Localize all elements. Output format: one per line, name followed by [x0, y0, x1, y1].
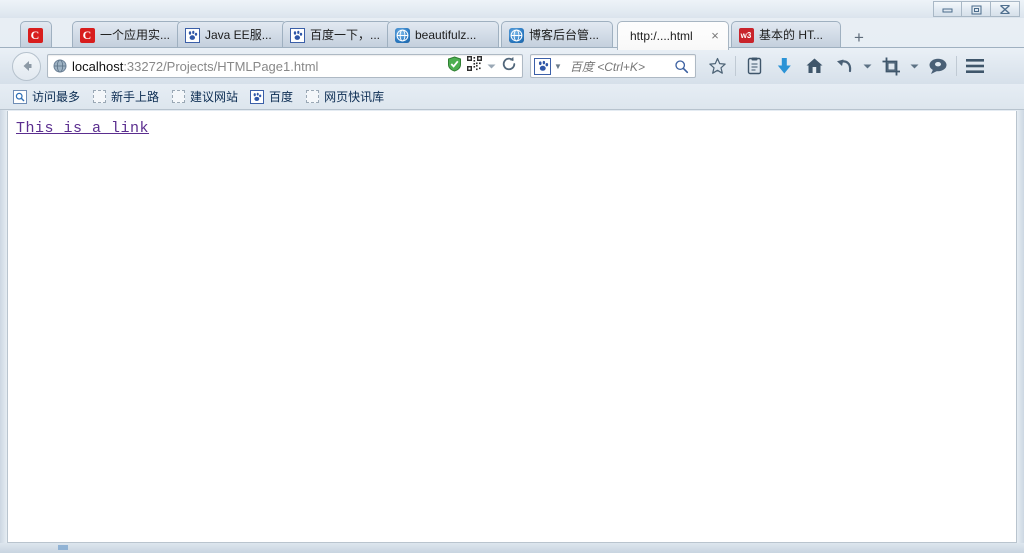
tab-close-icon[interactable]: × [708, 29, 722, 43]
bookmark-label: 网页快讯库 [324, 90, 385, 104]
bookmark-item[interactable]: 访问最多 [8, 87, 85, 107]
back-button[interactable] [12, 51, 41, 81]
c-red-icon: C [79, 27, 95, 43]
tab-label: 博客后台管... [529, 28, 600, 42]
baidu-paw-icon [184, 27, 200, 43]
baidu-paw-icon[interactable] [534, 57, 551, 75]
page-content: This is a link [7, 111, 1017, 543]
url-bar-icons [447, 55, 522, 77]
tab-label: 基本的 HT... [759, 28, 824, 42]
close-button[interactable] [991, 1, 1020, 17]
bookmark-label: 百度 [269, 90, 294, 104]
blank-bookmark-icon [171, 90, 185, 104]
dropdown-caret-icon[interactable] [487, 57, 496, 75]
window-bottom-edge [0, 543, 1024, 553]
qrcode-icon[interactable] [467, 56, 482, 76]
browser-tab-active[interactable]: http:/....html × [617, 21, 729, 50]
globe-icon [53, 59, 67, 73]
reading-list-icon[interactable] [739, 52, 769, 80]
blue-globe-icon [394, 27, 410, 43]
tab-label: beautifulz... [415, 28, 477, 42]
home-icon[interactable] [799, 52, 829, 80]
bookmark-label: 新手上路 [111, 90, 160, 104]
bookmarks-bar: 访问最多 新手上路 建议网站 百度 网页快讯库 [0, 84, 1024, 110]
window-controls [933, 1, 1020, 17]
browser-tab[interactable]: Java EE服... [177, 21, 287, 48]
back-arrow-icon [23, 61, 31, 71]
browser-tab[interactable]: C 一个应用实... [72, 21, 182, 48]
baidu-paw-icon [289, 27, 305, 43]
bookmark-label: 建议网站 [190, 90, 239, 104]
url-path: :33272/Projects/HTMLPage1.html [123, 58, 319, 74]
url-bar[interactable]: localhost:33272/Projects/HTMLPage1.html [47, 54, 523, 78]
browser-window: C C 一个应用实... Java EE服... 百度一下，... beauti… [0, 0, 1024, 553]
browser-tab[interactable]: 百度一下，... [282, 21, 392, 48]
reload-icon[interactable] [501, 56, 517, 77]
url-text[interactable]: localhost:33272/Projects/HTMLPage1.html [72, 59, 447, 74]
browser-tab[interactable]: w3 基本的 HT... [731, 21, 841, 48]
toolbar-divider [956, 56, 957, 76]
minimize-button[interactable] [933, 1, 962, 17]
status-indicator [58, 545, 68, 550]
toolbar-icons [702, 52, 990, 80]
navigation-toolbar: localhost:33272/Projects/HTMLPage1.html [0, 48, 1024, 84]
maximize-icon [971, 5, 981, 14]
tab-strip: C C 一个应用实... Java EE服... 百度一下，... beauti… [0, 18, 1024, 50]
blank-bookmark-icon [92, 90, 106, 104]
blue-globe-icon [508, 27, 524, 43]
bookmark-star-icon[interactable] [702, 52, 732, 80]
browser-tab[interactable]: C [20, 21, 52, 48]
security-shield-icon[interactable] [447, 55, 462, 77]
download-icon[interactable] [769, 52, 799, 80]
search-engine-dropdown-icon[interactable]: ▼ [554, 62, 562, 71]
bookmark-item[interactable]: 建议网站 [166, 87, 243, 107]
browser-tab[interactable]: beautifulz... [387, 21, 499, 48]
tab-label: Java EE服... [205, 28, 272, 42]
bookmark-item[interactable]: 新手上路 [87, 87, 164, 107]
baidu-paw-icon [250, 89, 265, 104]
bookmark-label: 访问最多 [32, 90, 81, 104]
url-host: localhost [72, 58, 124, 74]
search-bar[interactable]: ▼ 百度 <Ctrl+K> [530, 54, 696, 78]
bookmark-item[interactable]: 网页快讯库 [300, 87, 389, 107]
search-input[interactable]: 百度 <Ctrl+K> [570, 58, 674, 75]
browser-tab[interactable]: 博客后台管... [501, 21, 613, 48]
tab-label: 一个应用实... [100, 28, 171, 42]
window-right-edge [1017, 110, 1024, 543]
window-left-edge [0, 110, 7, 543]
screenshot-crop-icon[interactable] [876, 52, 906, 80]
page-hyperlink[interactable]: This is a link [16, 120, 149, 137]
minimize-icon [942, 8, 953, 13]
new-tab-button[interactable]: + [848, 27, 870, 47]
toolbar-divider [735, 56, 736, 76]
undo-dropdown-icon[interactable] [859, 52, 876, 80]
w3-red-icon: w3 [738, 27, 754, 43]
maximize-button[interactable] [962, 1, 991, 17]
menu-hamburger-icon[interactable] [960, 52, 990, 80]
most-visited-icon [13, 89, 27, 104]
title-bar [0, 0, 1024, 18]
close-icon [1000, 4, 1010, 14]
c-red-icon: C [27, 27, 43, 43]
search-icon[interactable] [674, 59, 689, 74]
screenshot-dropdown-icon[interactable] [906, 52, 923, 80]
undo-arrow-icon[interactable] [829, 52, 859, 80]
blank-bookmark-icon [305, 90, 319, 104]
bookmark-item[interactable]: 百度 [245, 87, 298, 107]
tab-label: 百度一下，... [310, 28, 381, 42]
feedback-bubble-icon[interactable] [923, 52, 953, 80]
tab-label: http:/....html [630, 29, 693, 43]
